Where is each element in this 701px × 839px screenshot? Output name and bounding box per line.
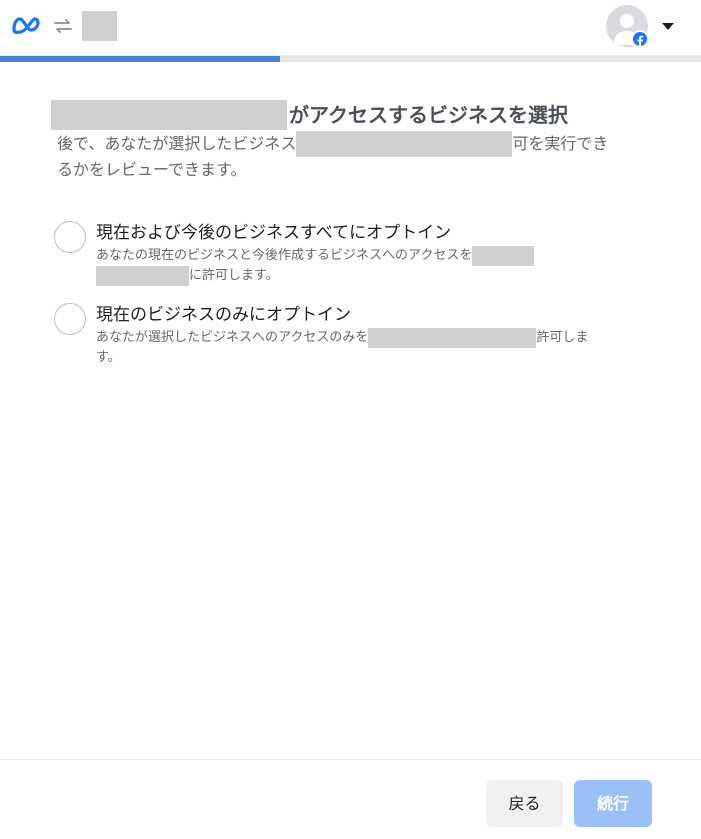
app-icon-redacted <box>82 11 117 41</box>
option-label: 現在のビジネスのみにオプトイン <box>96 305 351 325</box>
progress-bar-fill <box>0 56 281 62</box>
option-description: あなたが選択したビジネスへのアクセスのみを 許可しま す。 <box>96 328 589 365</box>
redacted-text <box>368 328 537 348</box>
redacted-text <box>472 246 535 266</box>
caret-down-icon[interactable] <box>661 21 675 31</box>
redacted-text <box>296 131 513 157</box>
redacted-app-name <box>51 100 287 130</box>
back-button[interactable]: 戻る <box>486 780 563 827</box>
facebook-badge-icon <box>631 30 649 48</box>
page-title: がアクセスするビジネスを選択 <box>51 100 651 130</box>
option-description: あなたの現在のビジネスと今後作成するビジネスへのアクセスを に許可します。 <box>96 246 656 286</box>
progress-bar <box>0 56 701 62</box>
redacted-text <box>96 266 189 286</box>
swap-arrows-icon <box>54 19 72 33</box>
option-all-businesses[interactable]: 現在および今後のビジネスすべてにオプトイン あなたの現在のビジネスと今後作成する… <box>54 221 654 291</box>
option-current-businesses[interactable]: 現在のビジネスのみにオプトイン あなたが選択したビジネスへのアクセスのみを 許可し… <box>54 303 654 373</box>
radio-all-businesses[interactable] <box>54 221 86 253</box>
continue-button[interactable]: 続行 <box>574 780 652 827</box>
top-bar <box>0 0 701 56</box>
radio-current-businesses[interactable] <box>54 303 86 335</box>
footer-divider <box>0 759 701 760</box>
meta-logo-icon <box>12 17 40 34</box>
page-subtitle: 後で、あなたが選択したビジネス 可を実行でき るかをレビューできます。 <box>57 131 657 183</box>
option-label: 現在および今後のビジネスすべてにオプトイン <box>96 223 452 243</box>
